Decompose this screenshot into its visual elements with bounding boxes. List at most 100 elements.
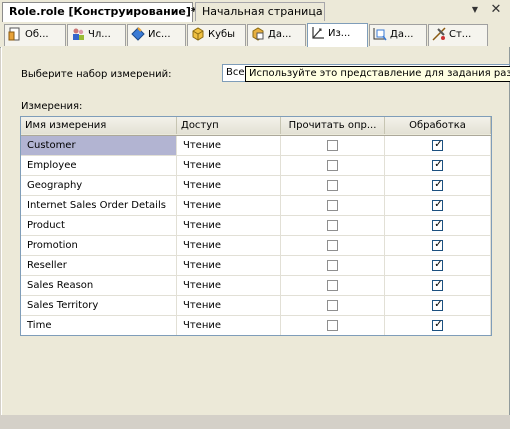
process-cell: ✓	[385, 156, 491, 175]
dimension-name-cell[interactable]: Time	[21, 316, 177, 335]
table-row[interactable]: Time Чтение ✓	[21, 316, 491, 335]
process-cell: ✓	[385, 296, 491, 315]
tab-mining-structures[interactable]: Ст...	[428, 24, 488, 46]
access-cell[interactable]: Чтение	[177, 216, 281, 235]
table-row[interactable]: Product Чтение ✓	[21, 216, 491, 236]
close-icon[interactable]: ✕	[489, 3, 503, 17]
table-row[interactable]: Customer Чтение ✓	[21, 136, 491, 156]
read-definition-checkbox[interactable]	[327, 260, 338, 271]
read-definition-cell	[281, 196, 385, 215]
access-cell[interactable]: Чтение	[177, 136, 281, 155]
read-definition-checkbox[interactable]	[327, 160, 338, 171]
column-header-dimension-name[interactable]: Имя измерения	[21, 117, 177, 134]
tab-members-label: Чл...	[88, 29, 111, 40]
read-definition-checkbox[interactable]	[327, 320, 338, 331]
process-cell: ✓	[385, 196, 491, 215]
dimension-name-cell[interactable]: Customer	[21, 136, 177, 155]
table-row[interactable]: Geography Чтение ✓	[21, 176, 491, 196]
checkmark-icon: ✓	[434, 159, 443, 170]
checkmark-icon: ✓	[434, 139, 443, 150]
read-definition-checkbox[interactable]	[327, 280, 338, 291]
dimension-name-cell[interactable]: Reseller	[21, 256, 177, 275]
access-cell[interactable]: Чтение	[177, 196, 281, 215]
tab-data-sources[interactable]: Ис...	[127, 24, 186, 46]
process-cell: ✓	[385, 216, 491, 235]
column-header-access[interactable]: Доступ	[177, 117, 281, 134]
pin-icon[interactable]: ▼	[468, 3, 482, 17]
grid-header: Имя измерения Доступ Прочитать опр... Об…	[21, 117, 491, 136]
read-definition-checkbox[interactable]	[327, 220, 338, 231]
dimension-name-cell[interactable]: Promotion	[21, 236, 177, 255]
checkmark-icon: ✓	[434, 319, 443, 330]
process-cell: ✓	[385, 176, 491, 195]
tab-dimensions[interactable]: Из...	[307, 23, 368, 47]
access-cell[interactable]: Чтение	[177, 316, 281, 335]
process-checkbox[interactable]: ✓	[432, 159, 443, 171]
document-tab-strip: Role.role [Конструирование]* Начальная с…	[0, 0, 510, 23]
access-cell[interactable]: Чтение	[177, 296, 281, 315]
table-row[interactable]: Sales Reason Чтение ✓	[21, 276, 491, 296]
table-row[interactable]: Internet Sales Order Details Чтение ✓	[21, 196, 491, 216]
read-definition-cell	[281, 176, 385, 195]
process-checkbox[interactable]: ✓	[432, 239, 443, 251]
checkmark-icon: ✓	[434, 179, 443, 190]
access-cell[interactable]: Чтение	[177, 276, 281, 295]
access-cell[interactable]: Чтение	[177, 176, 281, 195]
read-definition-cell	[281, 256, 385, 275]
access-cell[interactable]: Чтение	[177, 236, 281, 255]
read-definition-cell	[281, 296, 385, 315]
column-header-read-definition[interactable]: Прочитать опр...	[281, 117, 385, 134]
dimension-name-cell[interactable]: Sales Reason	[21, 276, 177, 295]
dimension-name-cell[interactable]: Employee	[21, 156, 177, 175]
read-definition-checkbox[interactable]	[327, 200, 338, 211]
read-definition-cell	[281, 156, 385, 175]
process-cell: ✓	[385, 256, 491, 275]
process-cell: ✓	[385, 316, 491, 335]
checkmark-icon: ✓	[434, 199, 443, 210]
tab-general-label: Об...	[25, 29, 49, 40]
process-checkbox[interactable]: ✓	[432, 259, 443, 271]
process-checkbox[interactable]: ✓	[432, 319, 443, 331]
read-definition-checkbox[interactable]	[327, 180, 338, 191]
access-cell[interactable]: Чтение	[177, 156, 281, 175]
dimension-data-icon	[373, 28, 387, 41]
cell-data-icon	[252, 27, 264, 41]
read-definition-cell	[281, 276, 385, 295]
dimension-name-cell[interactable]: Sales Territory	[21, 296, 177, 315]
column-header-process[interactable]: Обработка	[385, 117, 491, 134]
general-icon	[8, 27, 20, 41]
table-row[interactable]: Employee Чтение ✓	[21, 156, 491, 176]
read-definition-checkbox[interactable]	[327, 300, 338, 311]
cubes-icon	[192, 27, 204, 41]
table-row[interactable]: Promotion Чтение ✓	[21, 236, 491, 256]
checkmark-icon: ✓	[434, 219, 443, 230]
process-checkbox[interactable]: ✓	[432, 279, 443, 291]
dimension-name-cell[interactable]: Internet Sales Order Details	[21, 196, 177, 215]
process-checkbox[interactable]: ✓	[432, 199, 443, 211]
process-checkbox[interactable]: ✓	[432, 299, 443, 311]
read-definition-cell	[281, 216, 385, 235]
dimension-name-cell[interactable]: Product	[21, 216, 177, 235]
read-definition-checkbox[interactable]	[327, 240, 338, 251]
mining-structures-icon	[432, 27, 446, 41]
tab-general[interactable]: Об...	[4, 24, 66, 46]
tab-dimension-data[interactable]: Да...	[369, 24, 427, 46]
document-tab-start-page[interactable]: Начальная страница	[195, 2, 325, 21]
process-checkbox[interactable]: ✓	[432, 219, 443, 231]
checkmark-icon: ✓	[434, 299, 443, 310]
access-cell[interactable]: Чтение	[177, 256, 281, 275]
document-tab-role-designer[interactable]: Role.role [Конструирование]*	[2, 2, 197, 22]
process-checkbox[interactable]: ✓	[432, 179, 443, 191]
read-definition-cell	[281, 136, 385, 155]
table-row[interactable]: Sales Territory Чтение ✓	[21, 296, 491, 316]
dimension-set-label: Выберите набор измерений:	[21, 69, 172, 80]
process-cell: ✓	[385, 276, 491, 295]
process-checkbox[interactable]: ✓	[432, 139, 443, 151]
tab-cell-data[interactable]: Да...	[247, 24, 306, 46]
table-row[interactable]: Reseller Чтение ✓	[21, 256, 491, 276]
dimensions-icon	[312, 27, 324, 39]
dimension-name-cell[interactable]: Geography	[21, 176, 177, 195]
tab-cubes[interactable]: Кубы	[187, 24, 246, 46]
read-definition-checkbox[interactable]	[327, 140, 338, 151]
tab-members[interactable]: Чл...	[67, 24, 126, 46]
